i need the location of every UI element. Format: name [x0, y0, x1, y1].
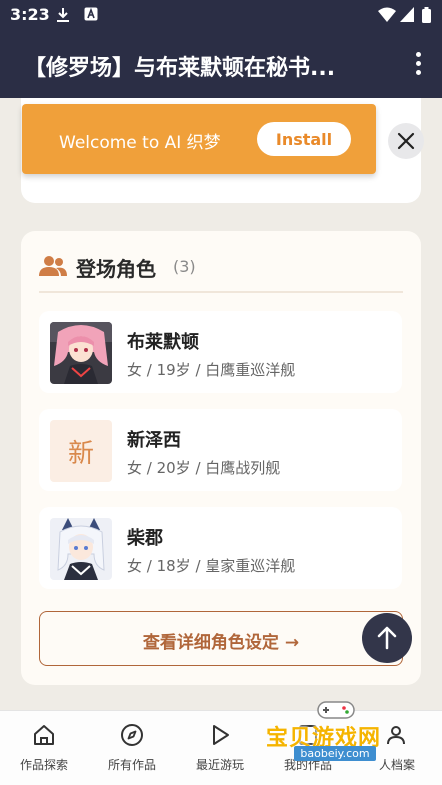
section-title: 登场角色	[76, 257, 156, 281]
character-name: 布莱默顿	[127, 332, 199, 353]
more-options-icon[interactable]	[408, 50, 428, 78]
character-item[interactable]: 布莱默顿 女 / 19岁 / 白鹰重巡洋舰	[39, 311, 402, 393]
nav-item-all-works[interactable]: 所有作品	[88, 711, 176, 785]
arrow-up-icon	[377, 626, 397, 650]
banner-text: Welcome to AI 织梦	[59, 133, 221, 153]
people-icon	[39, 256, 67, 276]
character-item[interactable]: 柴郡 女 / 18岁 / 皇家重巡洋舰	[39, 507, 402, 589]
character-avatar	[50, 322, 112, 384]
wifi-icon	[378, 7, 396, 22]
page-title: 【修罗场】与布莱默顿在秘书...	[24, 56, 336, 81]
view-character-details-button[interactable]: 查看详细角色设定 →	[39, 611, 403, 666]
characters-card: 登场角色 (3) 布莱默顿 女 / 19岁 / 白鹰重巡洋舰 新 新泽西 女 /…	[21, 231, 421, 685]
nav-label: 作品探索	[19, 758, 68, 772]
status-bar: 3:23	[0, 0, 442, 30]
app-notification-icon	[84, 7, 98, 21]
character-item[interactable]: 新 新泽西 女 / 20岁 / 白鹰战列舰	[39, 409, 402, 491]
watermark-url: baobeiy.com	[294, 746, 376, 761]
nav-item-explore[interactable]: 作品探索	[0, 711, 88, 785]
view-character-details-label: 查看详细角色设定 →	[142, 633, 300, 653]
characters-header: 登场角色 (3)	[39, 253, 403, 283]
scroll-to-top-button[interactable]	[362, 613, 412, 663]
character-name: 新泽西	[127, 430, 181, 451]
close-banner-button[interactable]	[388, 123, 424, 159]
app-bar: 【修罗场】与布莱默顿在秘书...	[0, 30, 442, 98]
gamepad-icon	[317, 701, 355, 719]
watermark: 宝贝游戏网 baobeiy.com	[266, 698, 412, 778]
character-count: (3)	[173, 257, 196, 276]
nav-item-recent[interactable]: 最近游玩	[176, 711, 264, 785]
character-avatar	[50, 518, 112, 580]
signal-icon	[400, 7, 414, 22]
main-content[interactable]: 登场角色 (3) 布莱默顿 女 / 19岁 / 白鹰重巡洋舰 新 新泽西 女 /…	[0, 98, 442, 710]
download-icon	[57, 8, 69, 22]
character-avatar-placeholder: 新	[50, 420, 112, 482]
nav-label: 最近游玩	[195, 758, 244, 772]
compass-icon	[121, 724, 143, 746]
character-meta: 女 / 18岁 / 皇家重巡洋舰	[127, 557, 296, 575]
battery-icon	[422, 7, 431, 23]
status-time: 3:23	[10, 5, 50, 24]
divider	[39, 291, 403, 293]
install-button[interactable]: Install	[257, 122, 351, 156]
character-name: 柴郡	[127, 528, 163, 549]
close-icon	[397, 132, 415, 150]
play-icon	[213, 725, 229, 745]
home-icon	[34, 725, 54, 745]
nav-label: 所有作品	[107, 758, 156, 772]
character-meta: 女 / 19岁 / 白鹰重巡洋舰	[127, 361, 296, 379]
character-meta: 女 / 20岁 / 白鹰战列舰	[127, 459, 281, 477]
install-banner: Welcome to AI 织梦 Install	[22, 104, 376, 174]
